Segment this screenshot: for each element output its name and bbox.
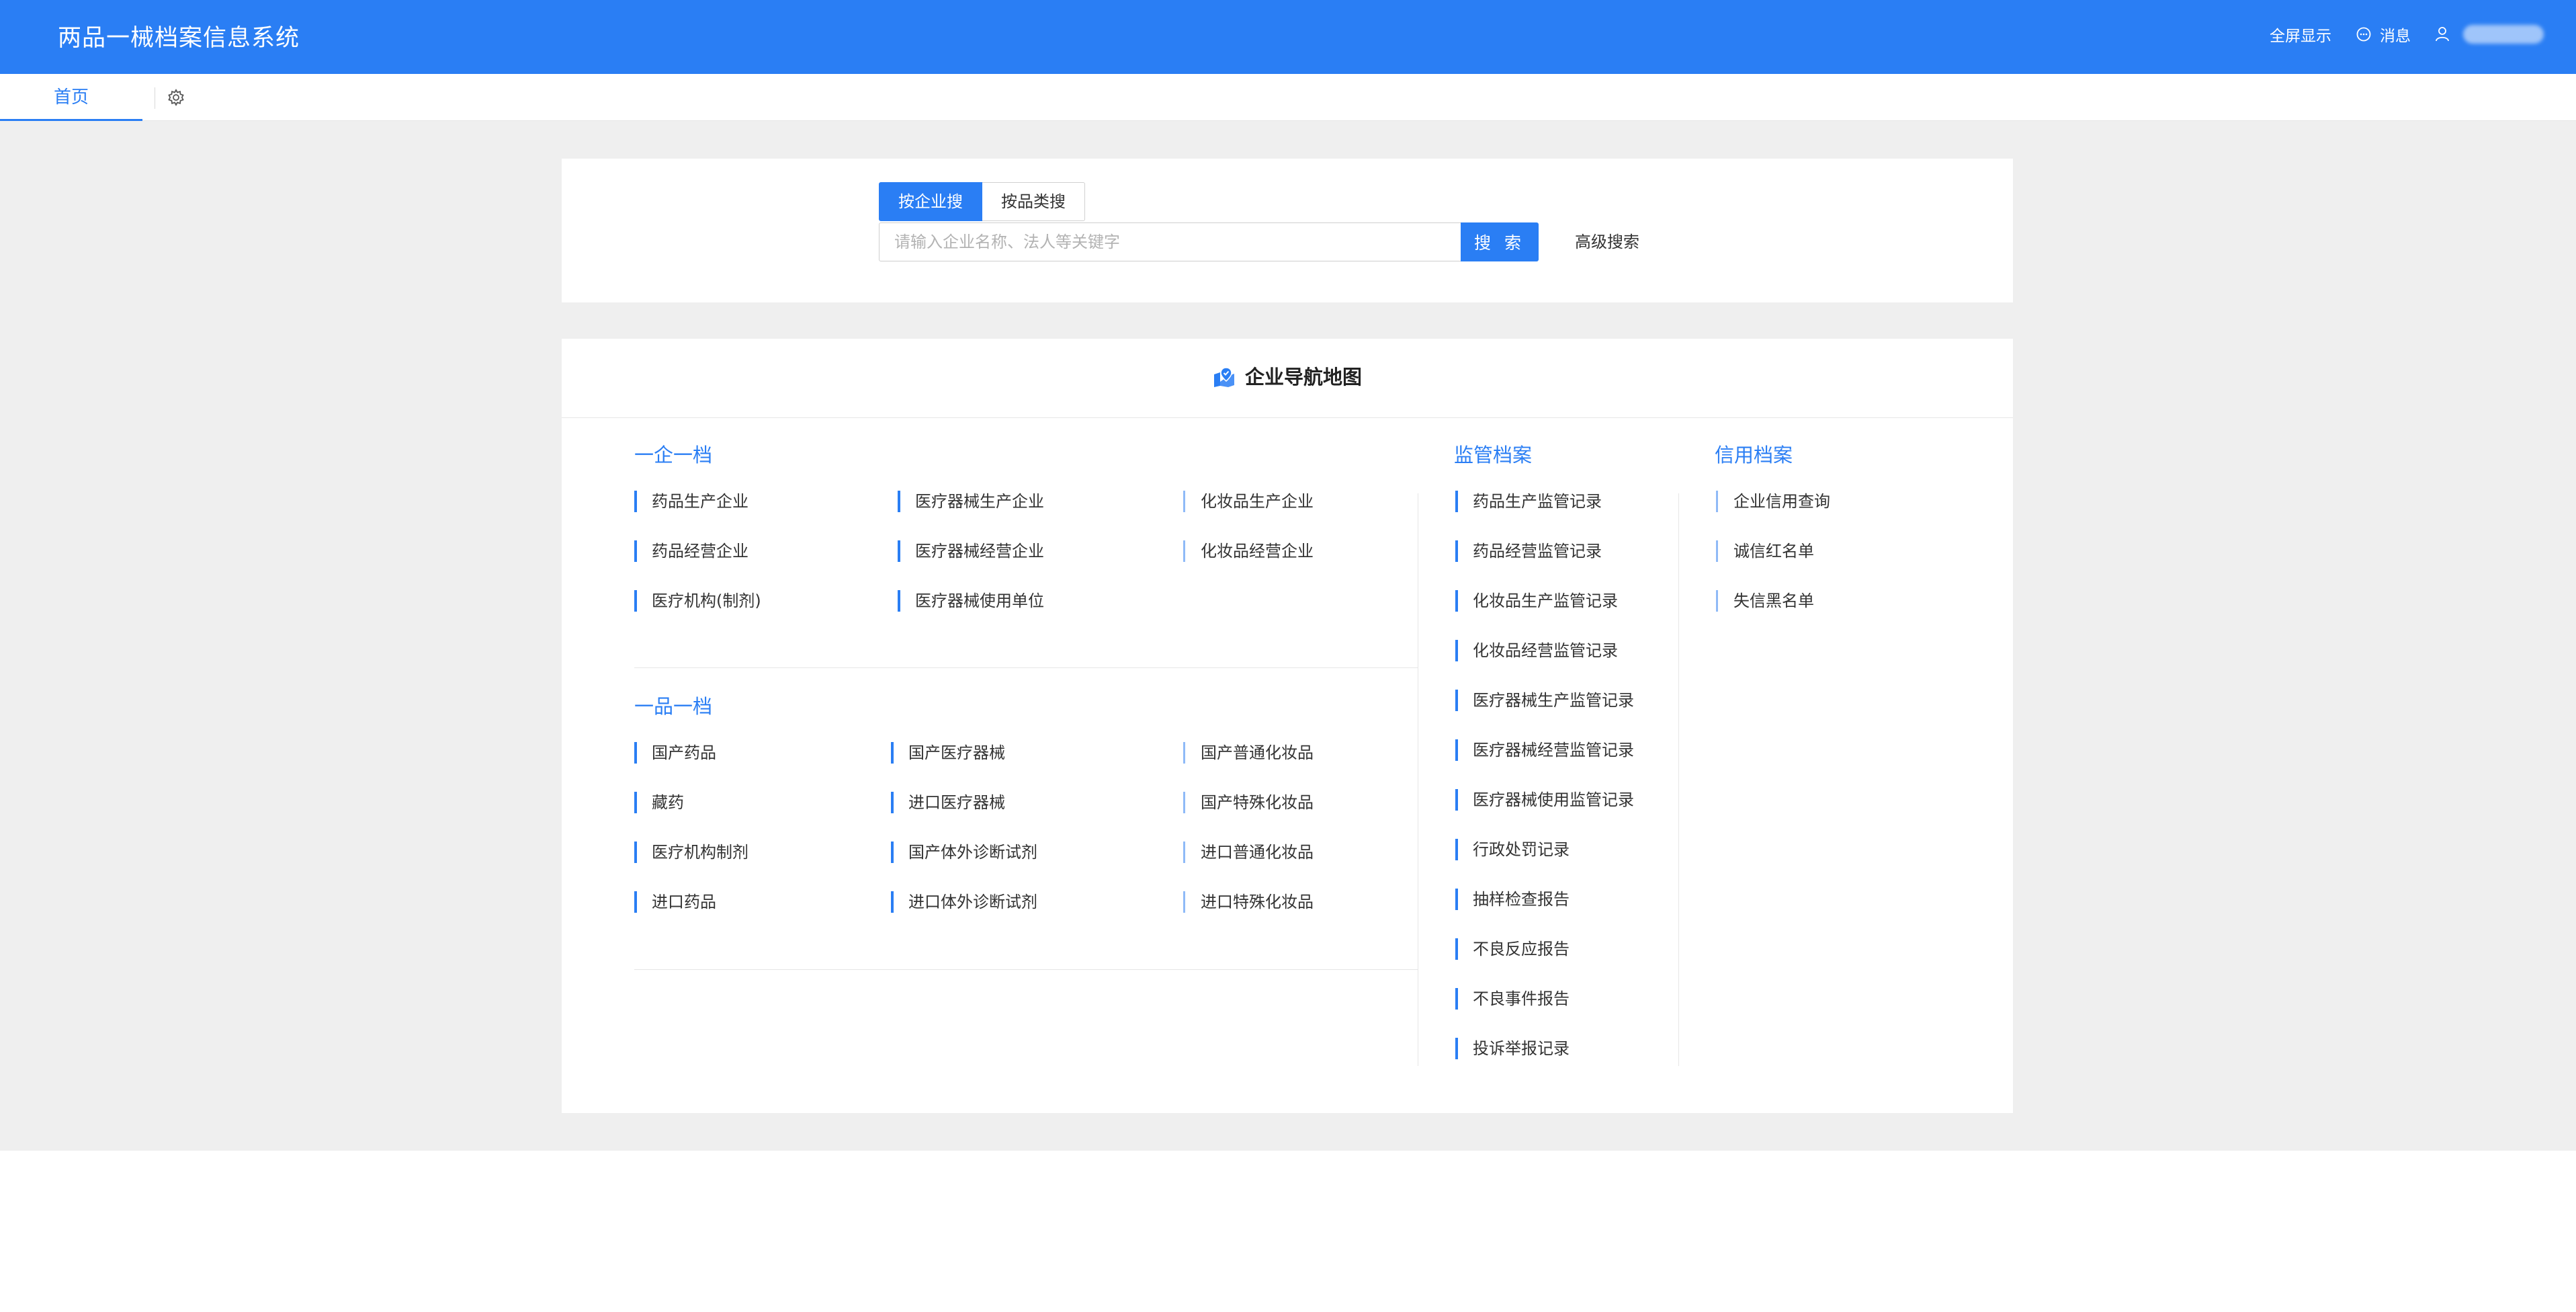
search-mode-toggle: 按企业搜 按品类搜 [879, 182, 1085, 221]
search-button[interactable]: 搜 索 [1461, 222, 1539, 261]
fullscreen-label: 全屏显示 [2270, 28, 2331, 45]
product-item-imported-device[interactable]: 进口医疗器械 [891, 790, 1005, 815]
supervision-item-11[interactable]: 投诉举报记录 [1455, 1036, 1570, 1061]
credit-item-enterprise-query[interactable]: 企业信用查询 [1716, 489, 1830, 514]
product-item-imported-drug[interactable]: 进口药品 [634, 890, 716, 914]
product-item-imported-special-cosmetic[interactable]: 进口特殊化妆品 [1183, 890, 1314, 914]
product-item-domestic-general-cosmetic[interactable]: 国产普通化妆品 [1183, 741, 1314, 765]
header-actions: 全屏显示 消息 [2245, 23, 2544, 46]
supervision-item-8[interactable]: 抽样检查报告 [1455, 887, 1570, 911]
fullscreen-button[interactable]: 全屏显示 [2270, 23, 2331, 46]
user-icon [2436, 27, 2449, 42]
message-button[interactable]: 消息 [2356, 23, 2411, 46]
credit-item-black-list[interactable]: 失信黑名单 [1716, 589, 1814, 613]
supervision-item-0[interactable]: 药品生产监管记录 [1455, 489, 1602, 514]
message-icon [2356, 27, 2371, 42]
section-divider [634, 667, 1418, 668]
search-by-product-tab[interactable]: 按品类搜 [982, 182, 1085, 221]
credit-archive-title: 信用档案 [1715, 444, 1793, 466]
nav-map-header: 企业导航地图 [562, 339, 2013, 418]
product-item-tibetan-medicine[interactable]: 藏药 [634, 790, 684, 815]
supervision-item-1[interactable]: 药品经营监管记录 [1455, 539, 1602, 563]
product-item-domestic-ivd[interactable]: 国产体外诊断试剂 [891, 840, 1037, 864]
supervision-item-2[interactable]: 化妆品生产监管记录 [1455, 589, 1618, 613]
nav-map-title-text: 企业导航地图 [1244, 366, 1362, 388]
advanced-search-link[interactable]: 高级搜索 [1575, 229, 1639, 252]
product-item-domestic-special-cosmetic[interactable]: 国产特殊化妆品 [1183, 790, 1314, 815]
supervision-item-3[interactable]: 化妆品经营监管记录 [1455, 639, 1618, 663]
supervision-archive-title: 监管档案 [1454, 444, 1533, 466]
product-item-domestic-drug[interactable]: 国产药品 [634, 741, 716, 765]
enterprise-item-drug-operation[interactable]: 药品经营企业 [634, 539, 748, 563]
product-archive-title: 一品一档 [634, 695, 713, 718]
enterprise-item-cosmetic-production[interactable]: 化妆品生产企业 [1183, 489, 1314, 514]
enterprise-nav-map-panel: 企业导航地图 一企一档 药品生产企业 医疗器械生产企业 化妆品生产企业 药品经营… [562, 339, 2013, 1113]
tab-home[interactable]: 首页 [0, 74, 142, 121]
enterprise-item-device-user[interactable]: 医疗器械使用单位 [898, 589, 1044, 613]
search-by-enterprise-tab[interactable]: 按企业搜 [879, 182, 982, 221]
enterprise-item-device-production[interactable]: 医疗器械生产企业 [898, 489, 1044, 514]
top-header: 两品一械档案信息系统 全屏显示 消息 [0, 0, 2576, 74]
supervision-item-9[interactable]: 不良反应报告 [1455, 937, 1570, 961]
supervision-item-7[interactable]: 行政处罚记录 [1455, 837, 1570, 862]
nav-map-title: 企业导航地图 [562, 362, 2013, 390]
tab-bar: 首页 [0, 74, 2576, 121]
supervision-item-4[interactable]: 医疗器械生产监管记录 [1455, 688, 1634, 712]
credit-item-red-list[interactable]: 诚信红名单 [1716, 539, 1814, 563]
app-title: 两品一械档案信息系统 [58, 25, 300, 52]
gear-icon[interactable] [167, 88, 185, 107]
search-input[interactable] [879, 222, 1473, 261]
product-item-imported-general-cosmetic[interactable]: 进口普通化妆品 [1183, 840, 1314, 864]
supervision-item-6[interactable]: 医疗器械使用监管记录 [1455, 788, 1634, 812]
enterprise-item-cosmetic-operation[interactable]: 化妆品经营企业 [1183, 539, 1314, 563]
user-name-blurred [2463, 25, 2544, 44]
enterprise-item-medical-institution[interactable]: 医疗机构(制剂) [634, 589, 761, 613]
section-divider [634, 969, 1418, 970]
product-item-institution-preparation[interactable]: 医疗机构制剂 [634, 840, 748, 864]
enterprise-item-drug-production[interactable]: 药品生产企业 [634, 489, 748, 514]
enterprise-item-device-operation[interactable]: 医疗器械经营企业 [898, 539, 1044, 563]
supervision-item-5[interactable]: 医疗器械经营监管记录 [1455, 738, 1634, 762]
product-item-imported-ivd[interactable]: 进口体外诊断试剂 [891, 890, 1037, 914]
map-pin-icon [1213, 367, 1234, 387]
column-divider [1678, 493, 1679, 1066]
message-label: 消息 [2380, 28, 2411, 45]
supervision-item-10[interactable]: 不良事件报告 [1455, 987, 1570, 1011]
search-panel: 按企业搜 按品类搜 搜 索 高级搜索 [562, 159, 2013, 302]
user-menu[interactable] [2435, 25, 2544, 44]
enterprise-archive-title: 一企一档 [634, 444, 713, 466]
product-item-domestic-device[interactable]: 国产医疗器械 [891, 741, 1005, 765]
